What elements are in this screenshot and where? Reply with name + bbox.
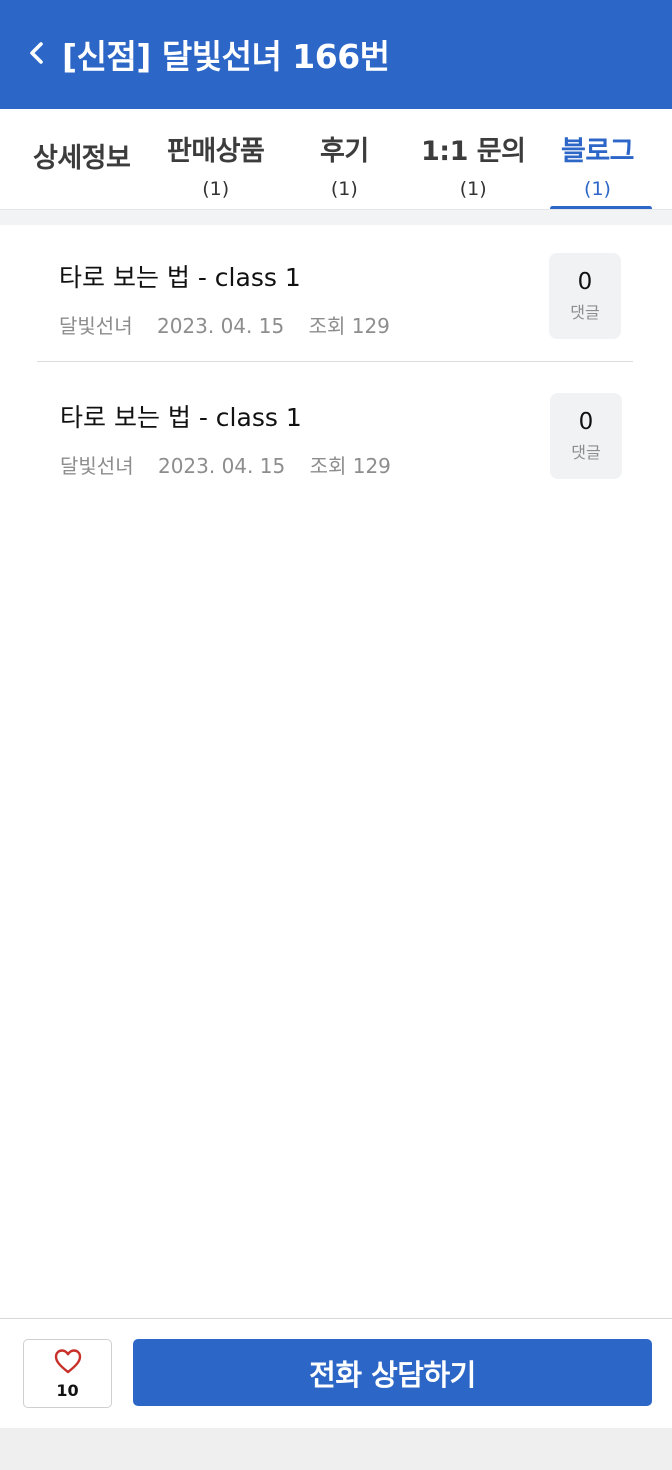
back-icon[interactable] — [22, 38, 52, 68]
tab-label: 후기 — [320, 136, 369, 167]
bottom-action-bar: 10 전화 상담하기 — [0, 1318, 672, 1428]
page-title: [신점] 달빛선녀 166번 — [62, 37, 390, 76]
comment-label: 댓글 — [570, 303, 600, 322]
tab-products[interactable]: 판매상품 (1) — [167, 129, 265, 200]
post-views: 조회 129 — [308, 314, 390, 338]
tab-label: 판매상품 — [167, 136, 265, 167]
tab-label: 1:1 문의 — [421, 136, 526, 167]
tab-details[interactable]: 상세정보 — [33, 136, 131, 175]
tab-blog[interactable]: 블로그 (1) — [561, 129, 635, 200]
heart-icon — [53, 1347, 83, 1379]
post-meta: 달빛선녀 2023. 04. 15 조회 129 — [59, 310, 408, 339]
post-views: 조회 129 — [309, 454, 391, 478]
list-divider — [37, 361, 633, 362]
tab-label: 상세정보 — [33, 143, 131, 174]
comment-count-box: 0 댓글 — [550, 393, 622, 479]
comment-count-box: 0 댓글 — [549, 253, 621, 339]
post-date: 2023. 04. 15 — [156, 314, 285, 338]
post-meta: 달빛선녀 2023. 04. 15 조회 129 — [60, 450, 409, 479]
phone-consult-button[interactable]: 전화 상담하기 — [133, 1339, 652, 1406]
comment-count: 0 — [577, 269, 593, 295]
tab-count: (1) — [584, 178, 611, 200]
post-author: 달빛선녀 — [60, 454, 134, 478]
tab-count: (1) — [202, 178, 230, 200]
tab-reviews[interactable]: 후기 (1) — [320, 129, 369, 200]
blog-post-item[interactable]: 타로 보는 법 - class 1 달빛선녀 2023. 04. 15 조회 1… — [37, 366, 633, 506]
tab-count: (1) — [459, 178, 487, 200]
section-divider — [0, 209, 672, 225]
bottom-safe-area — [0, 1428, 672, 1470]
tab-inquiry[interactable]: 1:1 문의 (1) — [421, 129, 526, 200]
blog-post-item[interactable]: 타로 보는 법 - class 1 달빛선녀 2023. 04. 15 조회 1… — [37, 226, 633, 366]
tab-count: (1) — [330, 178, 358, 200]
app-header: [신점] 달빛선녀 166번 — [0, 0, 672, 109]
like-count: 10 — [56, 1381, 79, 1400]
post-title: 타로 보는 법 - class 1 — [59, 263, 301, 292]
comment-label: 댓글 — [571, 443, 601, 462]
comment-count: 0 — [578, 409, 594, 435]
like-button[interactable]: 10 — [23, 1339, 112, 1408]
post-date: 2023. 04. 15 — [157, 454, 286, 478]
post-title: 타로 보는 법 - class 1 — [60, 403, 302, 432]
post-author: 달빛선녀 — [59, 314, 133, 338]
tab-label: 블로그 — [561, 136, 635, 167]
tab-bar: 상세정보 판매상품 (1) 후기 (1) 1:1 문의 (1) 블로그 (1) — [0, 109, 672, 211]
